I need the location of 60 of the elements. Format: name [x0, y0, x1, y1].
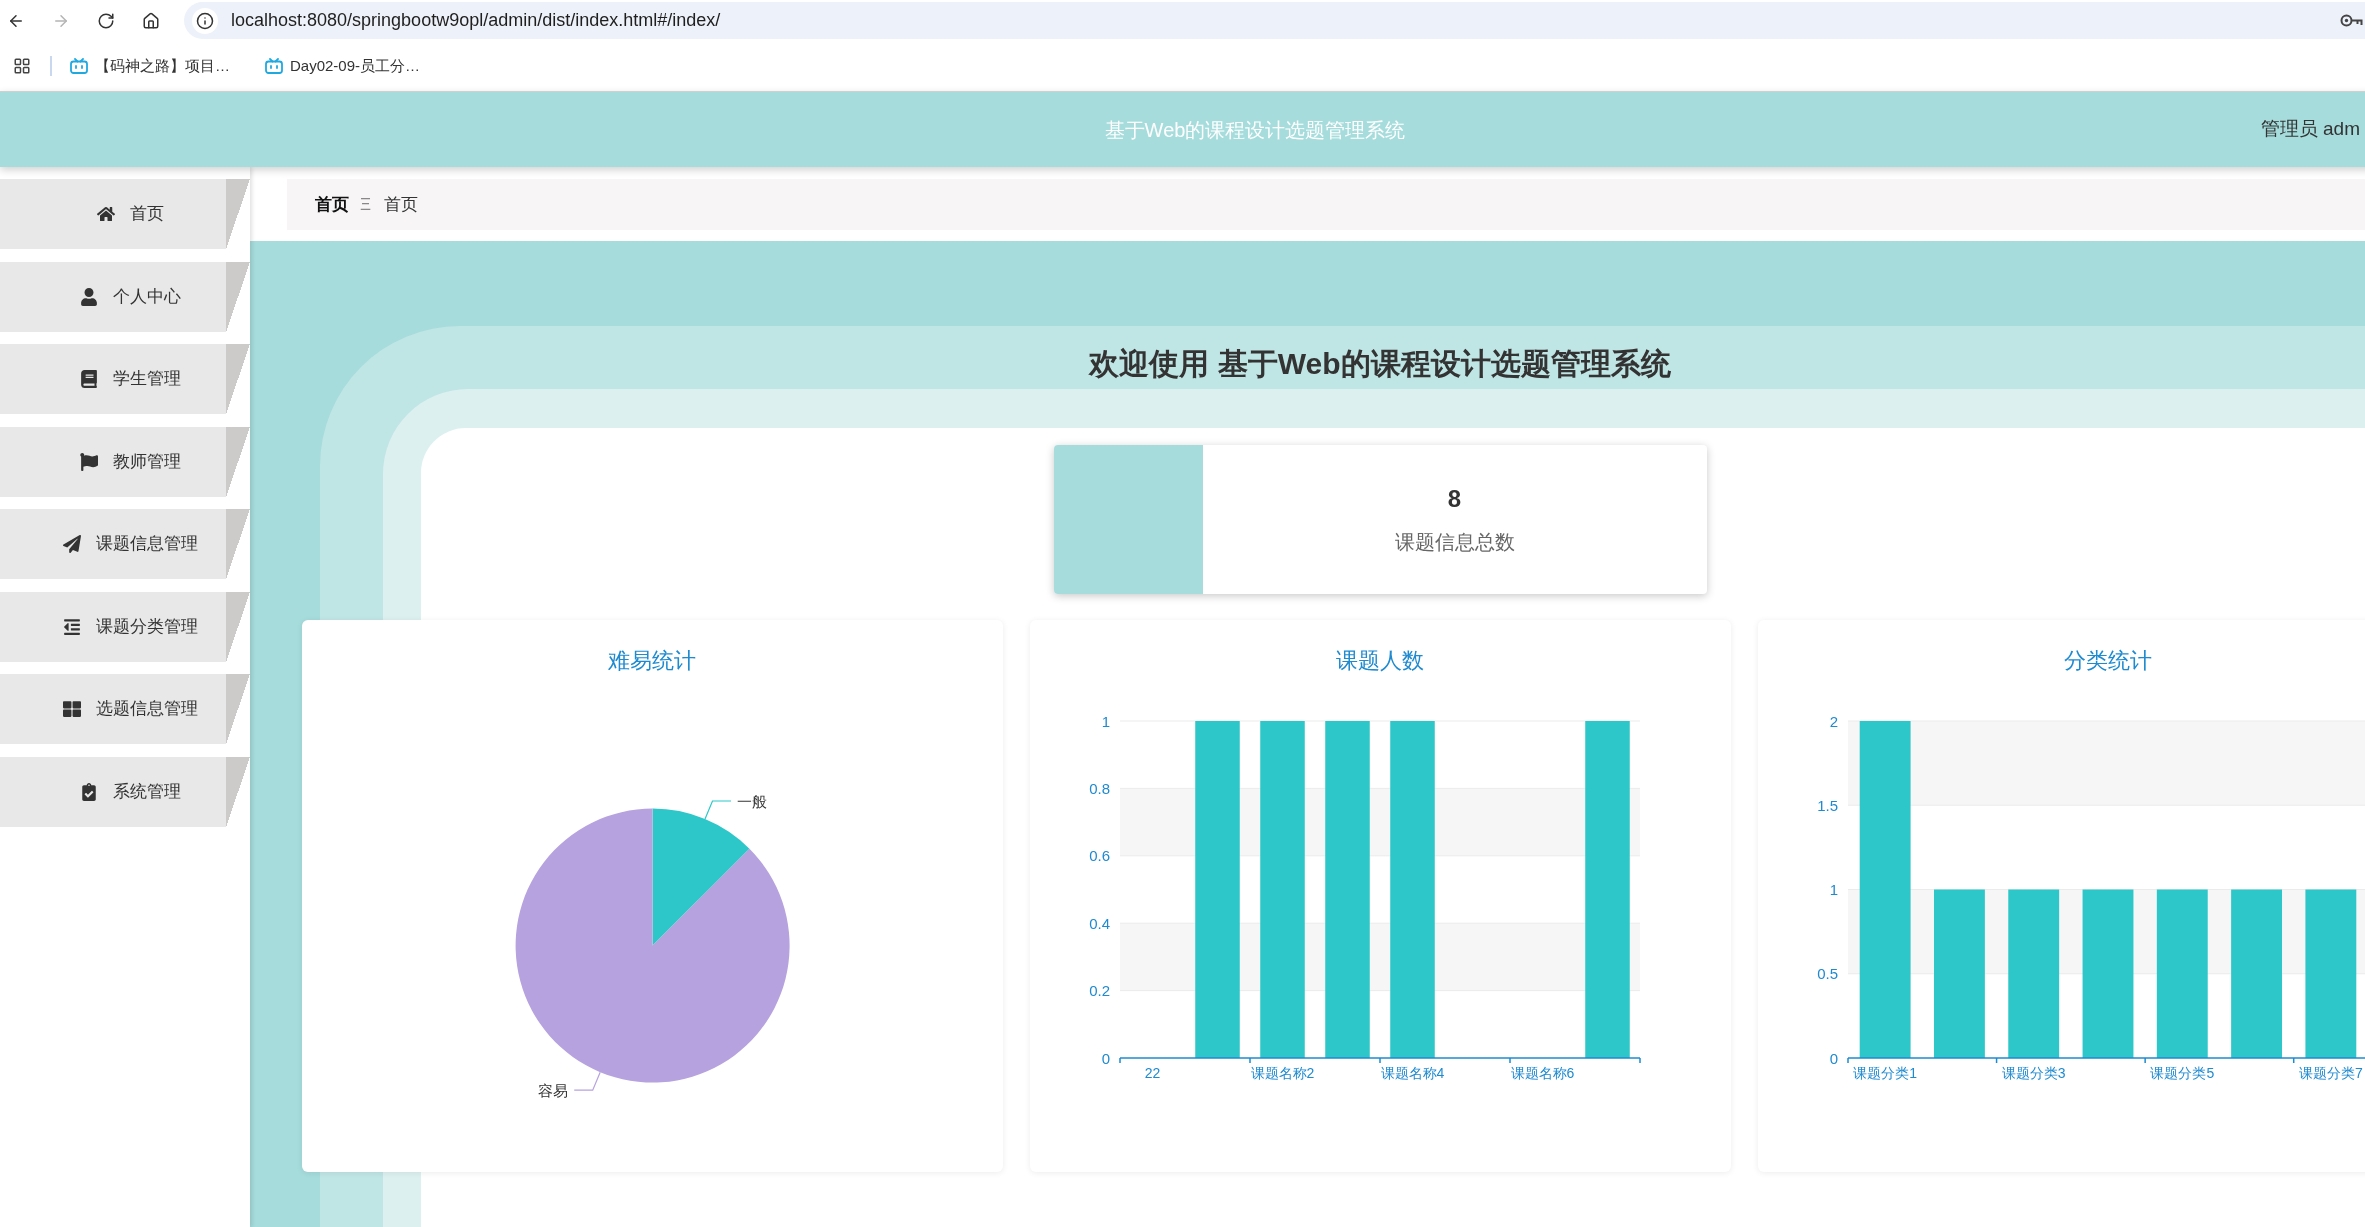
- pie-label: 一般: [736, 792, 767, 810]
- axis-label: 1: [1829, 881, 1838, 898]
- flag-icon: [79, 452, 98, 471]
- axis-label: 0.8: [1088, 779, 1110, 797]
- sidebar-item[interactable]: 学生管理: [0, 344, 250, 414]
- axis-label: 1: [1101, 712, 1110, 730]
- sidebar-item[interactable]: 选题信息管理: [0, 674, 250, 744]
- leader-line: [573, 1071, 601, 1091]
- outdent-list-icon: [62, 617, 81, 636]
- chart-title: 分类统计: [2064, 647, 2152, 675]
- pie-label: 容易: [537, 1081, 568, 1099]
- user-label: 管理员 adm: [2260, 117, 2360, 142]
- stat-value: 8: [1447, 484, 1462, 514]
- tv-icon: [265, 58, 283, 74]
- leader-line: [703, 800, 732, 820]
- reload-icon[interactable]: [97, 11, 115, 30]
- sidebar-item[interactable]: 个人中心: [0, 261, 250, 332]
- sidebar-item[interactable]: 课题信息管理: [0, 509, 250, 579]
- home-icon: [96, 205, 115, 223]
- sidebar-item[interactable]: 课题分类管理: [0, 591, 250, 662]
- axis-label: 课题分类5: [2149, 1065, 2214, 1081]
- axis-label: 课题名称4: [1380, 1065, 1444, 1081]
- book-icon: [79, 370, 98, 388]
- address-bar[interactable]: localhost:8080/springbootw9opl/admin/dist/index.html#/index/: [184, 2, 2365, 39]
- axis-label: 2: [1829, 712, 1838, 730]
- axis-label: 课题名称2: [1250, 1065, 1314, 1081]
- axis-label: 课题名称6: [1510, 1065, 1574, 1081]
- axis-label: 课题分类1: [1852, 1065, 1917, 1081]
- chart-title: 课题人数: [1336, 647, 1424, 675]
- breadcrumb-item: 首页: [384, 193, 419, 216]
- axis-label: 0.2: [1088, 982, 1110, 1000]
- bookmark[interactable]: 【码神之路】项目…: [70, 54, 230, 78]
- sidebar-item[interactable]: 系统管理: [0, 756, 250, 827]
- app-title: 基于Web的课程设计选题管理系统: [1104, 117, 1406, 143]
- axis-label: 课题分类7: [2298, 1065, 2363, 1081]
- paper-plane-icon: [62, 535, 81, 553]
- axis-label: 0.6: [1088, 847, 1110, 865]
- axis-label: 0: [1829, 1049, 1838, 1067]
- axis-label: 22: [1144, 1065, 1160, 1081]
- tv-icon: [70, 58, 88, 74]
- chart-title: 难易统计: [608, 647, 696, 675]
- clipboard-check-icon: [79, 782, 98, 801]
- breadcrumb-link[interactable]: 首页: [315, 191, 349, 218]
- info-icon[interactable]: [192, 7, 218, 34]
- grid-icon[interactable]: [13, 57, 31, 75]
- stat-label: 课题信息总数: [1394, 530, 1515, 555]
- user-icon: [79, 287, 98, 306]
- sidebar-item[interactable]: 首页: [0, 179, 250, 249]
- axis-label: 0: [1101, 1049, 1110, 1067]
- welcome-title: 欢迎使用 基于Web的课程设计选题管理系统: [1089, 346, 1671, 382]
- home-icon[interactable]: [142, 11, 160, 30]
- axis-label: 1.5: [1816, 796, 1838, 814]
- breadcrumb-separator: Ξ: [360, 193, 372, 216]
- sidebar-item[interactable]: 教师管理: [0, 426, 250, 497]
- bookmark[interactable]: Day02-09-员工分…: [265, 54, 421, 78]
- axis-label: 0.4: [1088, 914, 1110, 932]
- axis-label: 课题分类3: [2001, 1065, 2066, 1081]
- key-icon[interactable]: [2340, 14, 2363, 27]
- axis-label: 0.5: [1816, 965, 1838, 983]
- four-squares-icon: [62, 700, 81, 718]
